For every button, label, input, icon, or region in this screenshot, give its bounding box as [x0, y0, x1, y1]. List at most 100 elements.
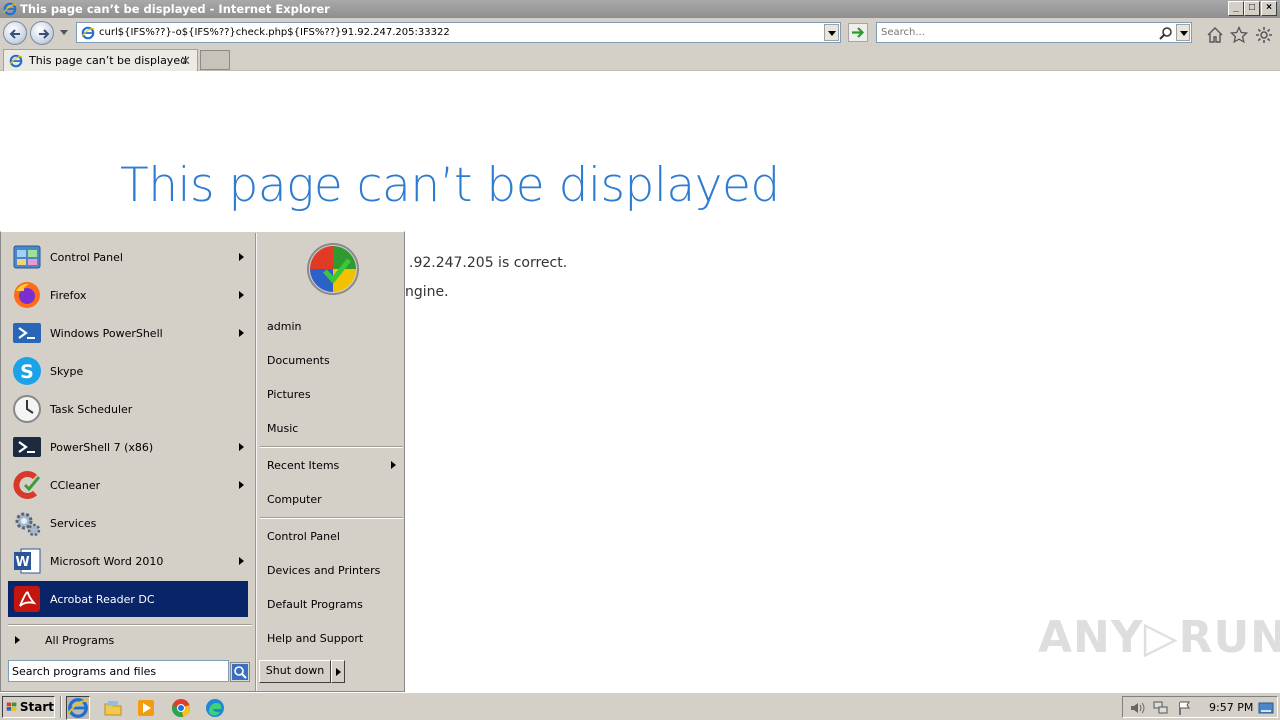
go-button[interactable] — [848, 23, 868, 42]
svg-text:S: S — [20, 361, 34, 383]
all-programs-arrow-icon — [15, 636, 20, 644]
volume-icon[interactable] — [1129, 700, 1145, 716]
taskbar-divider — [60, 696, 62, 718]
start-search-box[interactable] — [8, 660, 229, 682]
powershell-icon — [13, 323, 41, 343]
settings-gear-icon[interactable] — [1255, 26, 1273, 44]
program-task-scheduler[interactable]: Task Scheduler — [8, 391, 248, 427]
acrobat-icon — [14, 586, 40, 612]
places-computer[interactable]: Computer — [267, 493, 322, 506]
tab-label: This page can’t be displayed — [29, 54, 188, 67]
action-center-flag-icon[interactable] — [1177, 700, 1193, 716]
navigation-bar — [0, 18, 1280, 48]
all-programs-item[interactable]: All Programs — [8, 630, 248, 652]
services-gear-icon — [15, 512, 41, 537]
forward-button[interactable] — [30, 21, 54, 45]
system-tray: 9:57 PM — [1122, 696, 1278, 718]
error-hint-line-2: ngine. — [405, 284, 449, 300]
search-input[interactable] — [881, 25, 1151, 40]
programs-separator — [8, 624, 252, 626]
program-acrobat-reader[interactable]: Acrobat Reader DC — [8, 581, 248, 617]
edge-icon[interactable] — [205, 698, 225, 718]
places-recent-items[interactable]: Recent Items — [267, 459, 339, 472]
minimize-button[interactable]: _ — [1228, 1, 1244, 16]
word-icon: W — [14, 548, 41, 574]
network-icon[interactable] — [1153, 700, 1169, 716]
error-hint-line-1: .92.247.205 is correct. — [409, 255, 568, 271]
program-control-panel[interactable]: Control Panel — [8, 239, 248, 275]
tab-bar: This page can’t be displayed ✕ — [0, 48, 1280, 71]
submenu-arrow-icon — [391, 461, 396, 469]
search-box[interactable] — [876, 22, 1192, 43]
places-control-panel[interactable]: Control Panel — [267, 530, 340, 543]
submenu-arrow-icon — [239, 481, 244, 489]
close-button[interactable]: × — [1261, 1, 1277, 16]
internet-explorer-icon — [81, 26, 95, 40]
program-powershell-7[interactable]: PowerShell 7 (x86) — [8, 429, 248, 465]
places-devices-printers[interactable]: Devices and Printers — [267, 564, 380, 577]
program-firefox[interactable]: Firefox — [8, 277, 248, 313]
places-help-support[interactable]: Help and Support — [267, 632, 363, 645]
shutdown-options-button[interactable] — [331, 660, 345, 683]
taskbar: Start 9:57 PM — [0, 692, 1280, 720]
program-windows-powershell[interactable]: Windows PowerShell — [8, 315, 248, 351]
powershell7-icon — [13, 437, 41, 457]
control-panel-icon — [13, 245, 41, 269]
svg-text:W: W — [15, 555, 29, 570]
window-title: This page can’t be displayed - Internet … — [20, 2, 330, 16]
history-dropdown-arrow[interactable] — [60, 30, 68, 35]
file-explorer-icon[interactable] — [103, 698, 123, 718]
places-separator — [260, 517, 403, 519]
forward-icon — [39, 29, 50, 39]
program-services[interactable]: Services — [8, 505, 248, 541]
submenu-arrow-icon — [239, 557, 244, 565]
page-title: This page can’t be displayed — [120, 158, 780, 213]
new-tab-button[interactable] — [200, 50, 230, 70]
go-arrow-icon — [852, 27, 865, 38]
show-desktop-icon[interactable] — [1258, 700, 1274, 716]
maximize-button[interactable]: □ — [1244, 1, 1260, 16]
search-icon[interactable] — [1159, 26, 1173, 40]
internet-explorer-icon — [9, 54, 23, 67]
user-avatar-icon — [307, 243, 359, 295]
start-search-input[interactable] — [12, 664, 224, 678]
tab-close-icon[interactable]: ✕ — [180, 53, 191, 69]
start-menu-programs-pane: Control Panel Firefox Windows PowerShell… — [2, 233, 254, 691]
address-dropdown-button[interactable] — [824, 24, 839, 41]
clock[interactable]: 9:57 PM — [1209, 701, 1253, 714]
address-bar[interactable] — [76, 22, 841, 43]
places-separator — [260, 446, 403, 448]
program-skype[interactable]: S Skype — [8, 353, 248, 389]
shutdown-button[interactable]: Shut down — [259, 660, 331, 683]
search-provider-dropdown[interactable] — [1176, 24, 1190, 41]
home-icon[interactable] — [1206, 26, 1224, 44]
taskbar-internet-explorer[interactable] — [66, 696, 90, 720]
windows-logo-icon — [6, 702, 17, 711]
start-search-button[interactable] — [230, 662, 250, 682]
favorites-star-icon[interactable] — [1230, 26, 1248, 44]
back-icon — [9, 29, 20, 39]
submenu-arrow-icon — [239, 329, 244, 337]
media-player-icon[interactable] — [136, 698, 156, 718]
start-menu-places-pane: admin Documents Pictures Music Recent It… — [256, 233, 404, 691]
task-scheduler-icon — [13, 395, 41, 423]
internet-explorer-icon — [3, 2, 17, 16]
start-menu: Control Panel Firefox Windows PowerShell… — [0, 231, 405, 692]
anyrun-watermark: ANY▷RUN — [1038, 612, 1280, 663]
chrome-icon[interactable] — [171, 698, 191, 718]
program-microsoft-word[interactable]: W Microsoft Word 2010 — [8, 543, 248, 579]
start-button[interactable]: Start — [2, 696, 55, 718]
places-pictures[interactable]: Pictures — [267, 388, 311, 401]
program-ccleaner[interactable]: CCleaner — [8, 467, 248, 503]
tab-active[interactable]: This page can’t be displayed ✕ — [3, 49, 198, 71]
submenu-arrow-icon — [239, 443, 244, 451]
places-music[interactable]: Music — [267, 422, 298, 435]
search-icon — [232, 664, 248, 680]
skype-icon: S — [13, 357, 41, 385]
back-button[interactable] — [3, 21, 27, 45]
places-default-programs[interactable]: Default Programs — [267, 598, 363, 611]
places-user[interactable]: admin — [267, 320, 301, 333]
places-documents[interactable]: Documents — [267, 354, 330, 367]
submenu-arrow-icon — [239, 291, 244, 299]
address-input[interactable] — [99, 25, 819, 40]
